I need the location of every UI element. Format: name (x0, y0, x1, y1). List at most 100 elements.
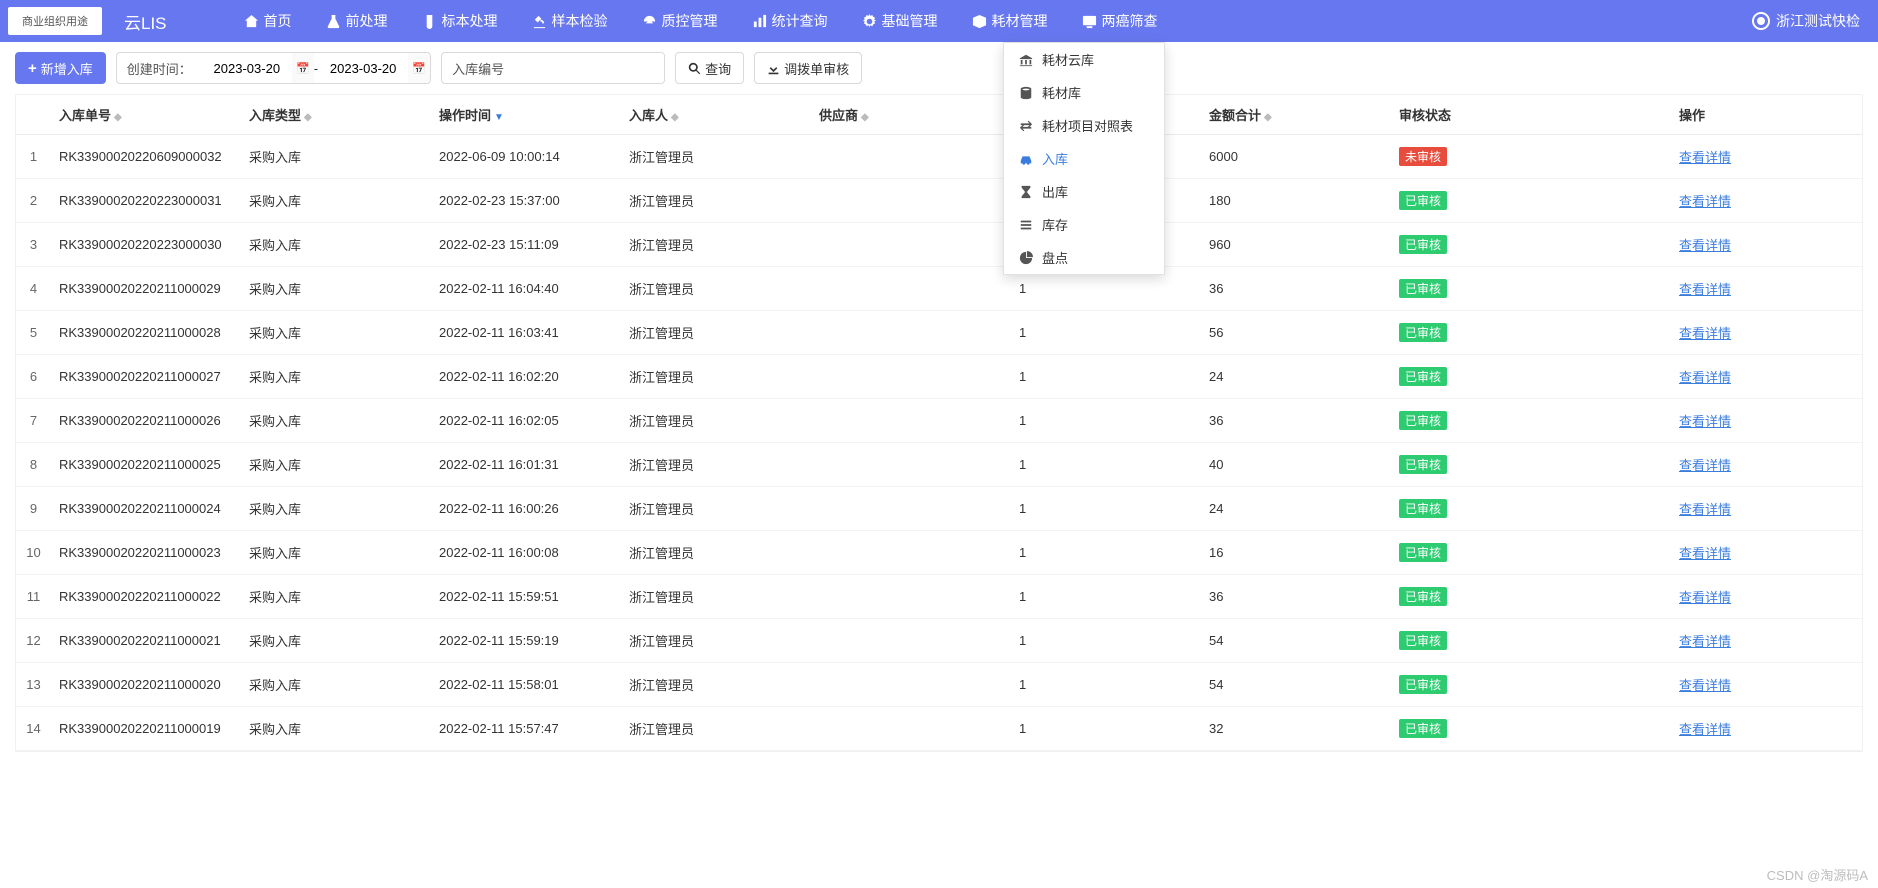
view-detail-link[interactable]: 查看详情 (1679, 150, 1731, 165)
cell-no: RK33900020220223000030 (51, 223, 241, 267)
col-header-1[interactable]: 入库单号◆ (51, 95, 241, 135)
view-detail-link[interactable]: 查看详情 (1679, 370, 1731, 385)
cell-action: 查看详情 (1671, 487, 1862, 531)
cell-time: 2022-02-11 16:00:08 (431, 531, 621, 575)
cell-qty: 1 (1011, 663, 1201, 707)
row-index: 7 (16, 399, 51, 443)
cell-time: 2022-02-11 15:59:19 (431, 619, 621, 663)
view-detail-link[interactable]: 查看详情 (1679, 458, 1731, 473)
col-header-4[interactable]: 入库人◆ (621, 95, 811, 135)
cell-amount: 32 (1201, 707, 1391, 751)
view-detail-link[interactable]: 查看详情 (1679, 722, 1731, 737)
dropdown-label: 盘点 (1042, 248, 1068, 267)
status-badge: 已审核 (1399, 279, 1447, 298)
nav-item-vial[interactable]: 标本处理 (405, 0, 515, 42)
col-header-7[interactable]: 金额合计◆ (1201, 95, 1391, 135)
cell-action: 查看详情 (1671, 223, 1862, 267)
cell-action: 查看详情 (1671, 135, 1862, 179)
dropdown-item-bank[interactable]: 耗材云库 (1004, 43, 1164, 76)
view-detail-link[interactable]: 查看详情 (1679, 238, 1731, 253)
cell-type: 采购入库 (241, 355, 431, 399)
cell-type: 采购入库 (241, 179, 431, 223)
dashboard-icon (642, 14, 657, 29)
view-detail-link[interactable]: 查看详情 (1679, 546, 1731, 561)
add-button-label: 新增入库 (41, 59, 93, 78)
calendar-icon[interactable]: 📅 (292, 52, 314, 84)
row-index: 10 (16, 531, 51, 575)
col-header-2[interactable]: 入库类型◆ (241, 95, 431, 135)
status-badge: 已审核 (1399, 191, 1447, 210)
nav-label: 样本检验 (552, 11, 608, 31)
query-button[interactable]: 查询 (675, 52, 744, 84)
view-detail-link[interactable]: 查看详情 (1679, 678, 1731, 693)
dropdown-item-list[interactable]: 库存 (1004, 208, 1164, 241)
nav-item-dashboard[interactable]: 质控管理 (625, 0, 735, 42)
cell-supplier (811, 179, 1011, 223)
date-from-input[interactable] (202, 53, 292, 83)
cell-no: RK33900020220223000031 (51, 179, 241, 223)
nav-item-microscope[interactable]: 样本检验 (515, 0, 625, 42)
view-detail-link[interactable]: 查看详情 (1679, 282, 1731, 297)
nav-item-screen[interactable]: 两癌筛查 (1065, 0, 1175, 42)
cell-status: 未审核 (1391, 135, 1671, 179)
plus-icon: + (28, 60, 37, 77)
cell-no: RK33900020220211000021 (51, 619, 241, 663)
transfer-audit-button[interactable]: 调拨单审核 (754, 52, 862, 84)
cell-type: 采购入库 (241, 707, 431, 751)
status-badge: 已审核 (1399, 455, 1447, 474)
view-detail-link[interactable]: 查看详情 (1679, 590, 1731, 605)
nav-item-chart[interactable]: 统计查询 (735, 0, 845, 42)
view-detail-link[interactable]: 查看详情 (1679, 634, 1731, 649)
table-header-row: 入库单号◆入库类型◆操作时间▼入库人◆供应商◆ 金额合计◆ 审核状态 操作 (16, 95, 1862, 135)
col-header-9[interactable]: 操作 (1671, 95, 1862, 135)
nav-item-flask[interactable]: 前处理 (309, 0, 405, 42)
cell-action: 查看详情 (1671, 311, 1862, 355)
cell-status: 已审核 (1391, 179, 1671, 223)
table-row: 14RK33900020220211000019采购入库2022-02-11 1… (16, 707, 1862, 751)
add-inbound-button[interactable]: + 新增入库 (15, 52, 106, 84)
cell-type: 采购入库 (241, 223, 431, 267)
col-header-8[interactable]: 审核状态 (1391, 95, 1671, 135)
nav-item-box[interactable]: 耗材管理 (955, 0, 1065, 42)
nav-item-home[interactable]: 首页 (227, 0, 309, 42)
cell-qty: 1 (1011, 311, 1201, 355)
cell-qty: 1 (1011, 575, 1201, 619)
dropdown-label: 耗材项目对照表 (1042, 116, 1133, 135)
dropdown-item-hourglass[interactable]: 出库 (1004, 175, 1164, 208)
col-label: 审核状态 (1399, 108, 1451, 123)
search-input[interactable] (514, 53, 664, 83)
view-detail-link[interactable]: 查看详情 (1679, 326, 1731, 341)
cell-person: 浙江管理员 (621, 487, 811, 531)
cell-type: 采购入库 (241, 443, 431, 487)
search-group: 入库编号 (441, 52, 665, 84)
cell-status: 已审核 (1391, 663, 1671, 707)
col-header-3[interactable]: 操作时间▼ (431, 95, 621, 135)
dropdown-item-swap[interactable]: 耗材项目对照表 (1004, 109, 1164, 142)
view-detail-link[interactable]: 查看详情 (1679, 194, 1731, 209)
calendar-icon[interactable]: 📅 (408, 52, 430, 84)
sort-icon: ◆ (304, 112, 312, 123)
view-detail-link[interactable]: 查看详情 (1679, 414, 1731, 429)
view-detail-link[interactable]: 查看详情 (1679, 502, 1731, 517)
cell-time: 2022-02-11 15:57:47 (431, 707, 621, 751)
date-to-input[interactable] (318, 53, 408, 83)
table-row: 1RK33900020220609000032采购入库2022-06-09 10… (16, 135, 1862, 179)
dropdown-item-car[interactable]: 入库 (1004, 142, 1164, 175)
user-profile[interactable]: 浙江测试快检 (1742, 11, 1870, 31)
nav-label: 统计查询 (772, 11, 828, 31)
cell-status: 已审核 (1391, 575, 1671, 619)
filter-toolbar: + 新增入库 创建时间： 📅 - 📅 入库编号 查询 调拨单审核 (0, 42, 1878, 94)
dropdown-item-pie[interactable]: 盘点 (1004, 241, 1164, 274)
table-row: 4RK33900020220211000029采购入库2022-02-11 16… (16, 267, 1862, 311)
nav-item-gear[interactable]: 基础管理 (845, 0, 955, 42)
cell-time: 2022-02-23 15:11:09 (431, 223, 621, 267)
nav-label: 质控管理 (662, 11, 718, 31)
chart-icon (752, 14, 767, 29)
cell-time: 2022-02-11 16:04:40 (431, 267, 621, 311)
cell-person: 浙江管理员 (621, 223, 811, 267)
cell-qty: 1 (1011, 487, 1201, 531)
nav-label: 标本处理 (442, 11, 498, 31)
dropdown-item-db[interactable]: 耗材库 (1004, 76, 1164, 109)
col-header-5[interactable]: 供应商◆ (811, 95, 1011, 135)
cell-supplier (811, 575, 1011, 619)
